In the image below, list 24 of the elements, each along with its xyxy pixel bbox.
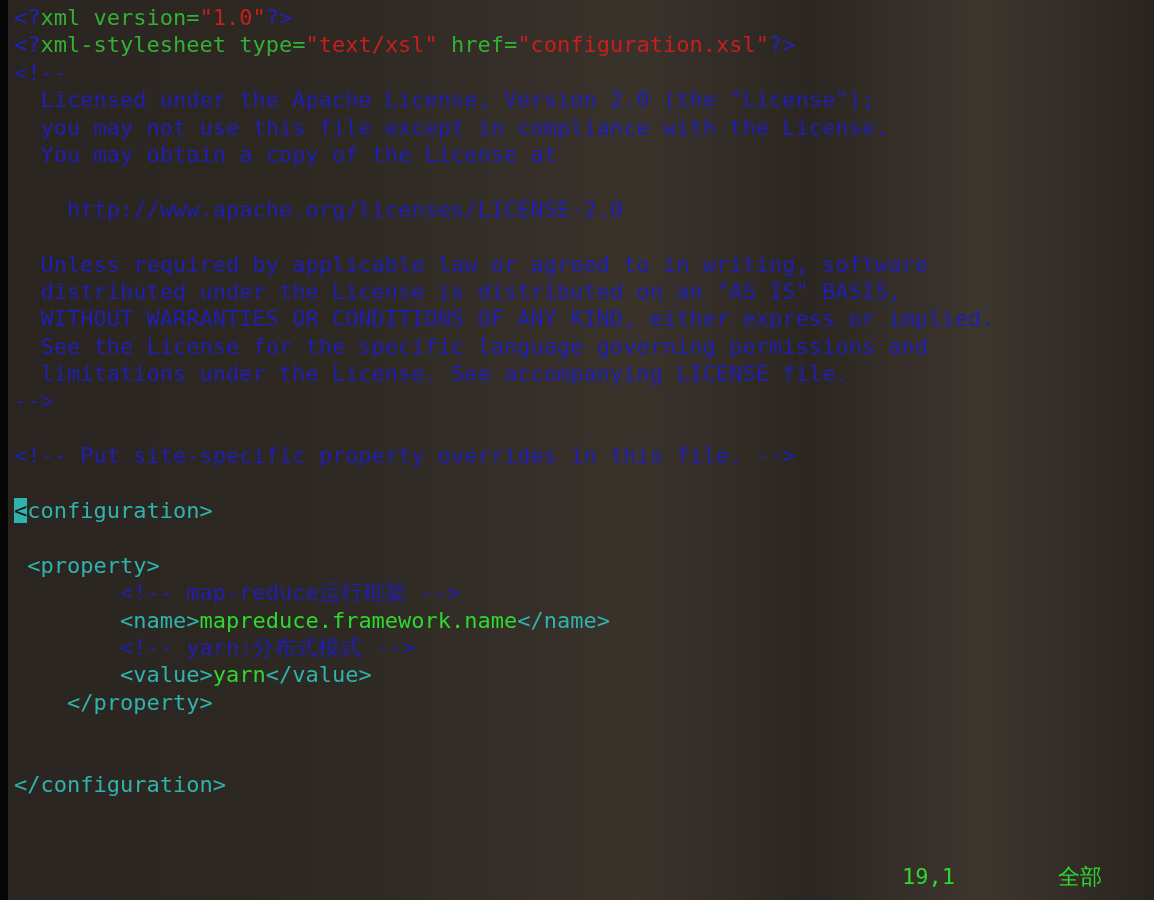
code-line: Licensed under the Apache License, Version 2.0 (the "License"); xyxy=(39,86,876,114)
code-line: <!-- yarn:分布式模式 --> xyxy=(118,634,417,662)
code-line: limitations under the License. See accompanying LICENSE file. xyxy=(39,360,850,388)
code-line: <?xml-stylesheet type="text/xsl" href="configuration.xsl"?> xyxy=(14,31,797,59)
code-line: <!-- map-reduce运行框架 --> xyxy=(118,579,461,607)
code-line: <property> xyxy=(26,551,161,580)
code-line: http://www.apache.org/licenses/LICENSE-2.0 xyxy=(65,195,625,224)
code-line: --> xyxy=(14,387,55,415)
code-line: <!-- xyxy=(14,58,68,87)
code-line: <?xml version="1.0"?> xyxy=(14,4,294,32)
code-line: WITHOUT WARRANTIES OR CONDITIONS OF ANY KIND, either express or implied. xyxy=(39,305,996,333)
code-line: distributed under the License is distributed on an "AS IS" BASIS, xyxy=(39,277,903,306)
code-line: <configuration> xyxy=(14,497,214,525)
code-line: Unless required by applicable law or agreed to in writing, software xyxy=(39,250,929,278)
cursor-position: 19,1 xyxy=(902,863,955,891)
code-line: <!-- Put site-specific property overrides in this file. --> xyxy=(14,442,797,470)
code-line: </configuration> xyxy=(14,770,227,799)
code-line: You may obtain a copy of the License at xyxy=(39,140,559,169)
code-line: </property> xyxy=(65,688,214,717)
code-line: See the License for the specific language governing permissions and xyxy=(39,332,929,361)
scroll-position: 全部 xyxy=(1058,863,1102,891)
code-line: <name>mapreduce.framework.name</name> xyxy=(118,606,612,634)
code-line: <value>yarn</value> xyxy=(118,661,373,689)
code-line: you may not use this file except in compliance with the License. xyxy=(39,113,890,141)
